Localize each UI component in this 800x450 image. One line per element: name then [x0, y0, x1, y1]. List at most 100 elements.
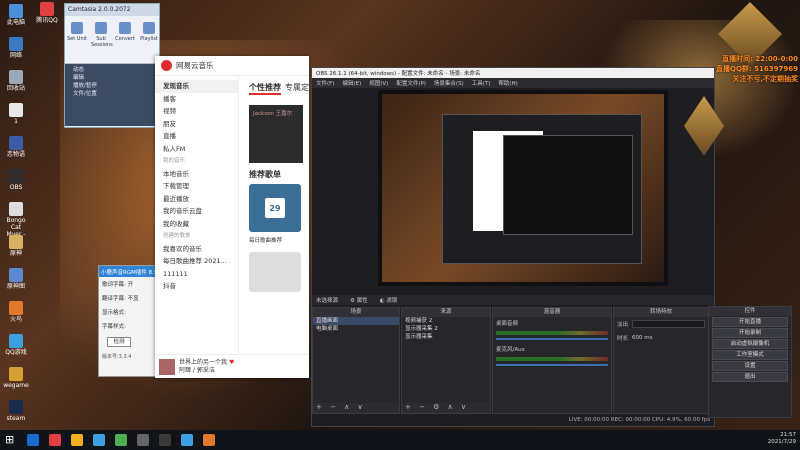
scene-item[interactable]: 电脑桌面: [313, 325, 399, 333]
scenes-header: 场景: [313, 308, 399, 317]
app-icon: [9, 103, 23, 117]
source-item[interactable]: 显示器采集 2: [402, 325, 490, 333]
taskbar-app-icon[interactable]: [115, 434, 127, 446]
desktop-icon[interactable]: steam: [3, 400, 29, 422]
desktop-icon[interactable]: 原神: [3, 235, 29, 257]
obs-docks: 未选择源 ⚙ 属性 ◐ 滤镜 场景 直播画面 电脑桌面 + − ∧ ∨ 来源 视…: [312, 295, 714, 414]
obs-menu-item[interactable]: 场景集合(S): [434, 79, 464, 87]
taskbar-app-icon[interactable]: [71, 434, 83, 446]
sidebar-item[interactable]: 播客: [155, 93, 238, 106]
start-recording-button[interactable]: 开始录制: [712, 328, 788, 338]
tab-custom[interactable]: 专属定制: [285, 82, 309, 95]
system-tray[interactable]: 21:57 2021/7/29: [768, 432, 796, 446]
obs-menu-item[interactable]: 视图(V): [369, 79, 388, 87]
sidebar-item[interactable]: 直播: [155, 130, 238, 143]
desktop-icon[interactable]: 网络: [3, 37, 29, 59]
tree-item[interactable]: 动态: [67, 66, 157, 74]
detect-button[interactable]: 检测: [107, 337, 131, 347]
volume-slider[interactable]: [496, 364, 608, 366]
scene-item[interactable]: 直播画面: [313, 317, 399, 325]
music-window[interactable]: 网易云音乐 发现音乐 播客 视频 朋友 直播 私人FM 我的音乐 本地音乐 下载管理 最近播放 我的…: [155, 56, 309, 378]
settings-button[interactable]: 设置: [712, 361, 788, 371]
obs-menu-item[interactable]: 工具(T): [472, 79, 491, 87]
sidebar-item[interactable]: 我喜欢的音乐: [155, 243, 238, 256]
plugin-row[interactable]: 翻译字幕: 不显: [99, 291, 155, 305]
properties-button[interactable]: ⚙ 属性: [350, 296, 368, 304]
desktop-icon[interactable]: 原神图: [3, 268, 29, 290]
sidebar-item[interactable]: 最近播放: [155, 193, 238, 206]
sidebar-item[interactable]: 本地音乐: [155, 168, 238, 181]
start-streaming-button[interactable]: 开始直播: [712, 317, 788, 327]
tab-personal[interactable]: 个性推荐: [249, 82, 281, 95]
tree-item[interactable]: 播放/暂停: [67, 82, 157, 90]
obs-menu-item[interactable]: 配置文件(P): [396, 79, 426, 87]
sidebar-item[interactable]: 111111: [155, 268, 238, 281]
desktop-icon[interactable]: 1: [3, 103, 29, 125]
sidebar-item[interactable]: 我的音乐云盘: [155, 205, 238, 218]
unit-icon: [71, 22, 83, 34]
card-caption[interactable]: 每日歌曲推荐: [243, 234, 309, 246]
ribbon-set-unit-button[interactable]: Set Unit: [67, 22, 87, 42]
daily-playlist-card[interactable]: 29: [249, 184, 301, 232]
camtasia-window[interactable]: Camtasia 2.0.0.2072 Set Unit Sub Session…: [64, 3, 160, 128]
desktop-icon[interactable]: wegame: [3, 367, 29, 389]
plugin-version: 版本号:3.3.4: [102, 354, 132, 360]
obs-menu-item[interactable]: 帮助(H): [498, 79, 517, 87]
sources-toolbar[interactable]: + − ⚙ ∧ ∨: [402, 403, 490, 413]
obs-preview[interactable]: [378, 90, 668, 286]
obs-window[interactable]: OBS 26.1.1 (64-bit, windows) - 配置文件: 未命名…: [311, 67, 715, 427]
duration-field[interactable]: 时长 600 ms: [614, 331, 708, 345]
sidebar-item[interactable]: 下载管理: [155, 180, 238, 193]
virtual-camera-button[interactable]: 启动虚拟摄像机: [712, 339, 788, 349]
taskbar-app-icon[interactable]: [159, 434, 171, 446]
transition-select[interactable]: 淡出: [614, 317, 708, 331]
taskbar-app-icon[interactable]: [137, 434, 149, 446]
desktop-icon[interactable]: 此电脑: [3, 4, 29, 26]
exit-button[interactable]: 退出: [712, 372, 788, 382]
section-title[interactable]: 推荐歌单: [243, 163, 309, 182]
desktop-icon[interactable]: 火鸟: [3, 301, 29, 323]
taskbar-app-icon[interactable]: [49, 434, 61, 446]
taskbar-app-icon[interactable]: [27, 434, 39, 446]
app-icon: [9, 235, 23, 249]
sidebar-item[interactable]: 视频: [155, 105, 238, 118]
desktop-icon[interactable]: 恋物语: [3, 136, 29, 158]
desktop-icon-qq[interactable]: 腾讯QQ: [34, 2, 60, 24]
windows-start-icon[interactable]: ⊞: [5, 434, 17, 446]
obs-menu-item[interactable]: 文件(F): [316, 79, 334, 87]
album-art[interactable]: [159, 358, 175, 375]
heart-icon[interactable]: ♥: [229, 359, 234, 366]
taskbar-app-icon[interactable]: [181, 434, 193, 446]
source-item[interactable]: 视频捕获 2: [402, 317, 490, 325]
ribbon-sub-sessions-button[interactable]: Sub Sessions: [91, 22, 113, 48]
music-banner[interactable]: Jackson 王嘉尔: [249, 105, 303, 163]
filters-button[interactable]: ◐ 滤镜: [380, 296, 398, 304]
ribbon-playlist-button[interactable]: Playlist: [139, 22, 159, 42]
transitions-header: 转场特效: [614, 308, 708, 317]
desktop-icon[interactable]: QQ游戏: [3, 334, 29, 356]
desktop-icon[interactable]: OBS: [3, 169, 29, 191]
plugin-row[interactable]: 显示格式:: [99, 305, 155, 319]
source-item[interactable]: 显示器采集: [402, 333, 490, 341]
plugin-row[interactable]: 歌词字幕: 开: [99, 277, 155, 291]
sidebar-item[interactable]: 抖音: [155, 280, 238, 293]
volume-slider[interactable]: [496, 338, 608, 340]
sidebar-item[interactable]: 我的收藏: [155, 218, 238, 231]
plugin-window[interactable]: 小鹿声音RGM插件 8.5 歌词字幕: 开 翻译字幕: 不显 显示格式: 字幕样…: [98, 265, 156, 377]
sidebar-item[interactable]: 朋友: [155, 118, 238, 131]
ribbon-convert-button[interactable]: Convert: [115, 22, 135, 42]
sidebar-item[interactable]: 每日歌曲推荐 2021...: [155, 255, 238, 268]
camtasia-ribbon: Set Unit Sub Sessions Convert Playlist: [65, 16, 159, 64]
plugin-row[interactable]: 字幕样式:: [99, 319, 155, 333]
playlist-card[interactable]: [249, 252, 301, 292]
desktop-icon[interactable]: 回收站: [3, 70, 29, 92]
tree-item[interactable]: 编辑: [67, 74, 157, 82]
scenes-toolbar[interactable]: + − ∧ ∨: [313, 403, 399, 413]
studio-mode-button[interactable]: 工作室模式: [712, 350, 788, 360]
sidebar-item[interactable]: 私人FM: [155, 143, 238, 156]
sidebar-item[interactable]: 发现音乐: [155, 80, 238, 93]
obs-menu-item[interactable]: 编辑(E): [342, 79, 361, 87]
taskbar-app-icon[interactable]: [93, 434, 105, 446]
taskbar-app-icon[interactable]: [203, 434, 215, 446]
tree-item[interactable]: 文件/位置: [67, 90, 157, 98]
